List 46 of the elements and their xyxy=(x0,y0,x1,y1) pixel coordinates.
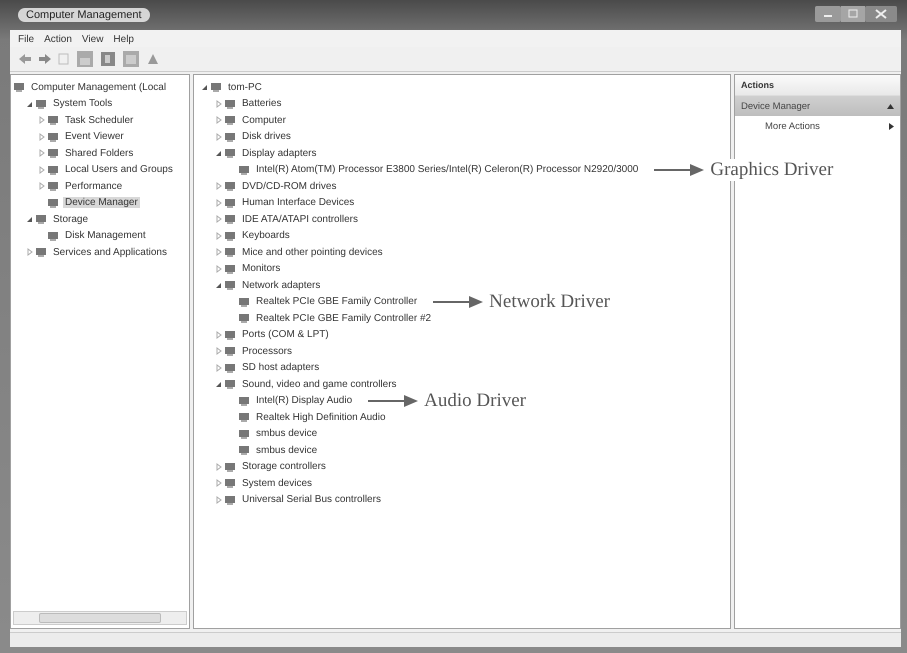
actions-section-header[interactable]: Device Manager xyxy=(735,96,900,116)
menu-item[interactable]: Help xyxy=(113,34,134,45)
tree-item[interactable]: Task Scheduler xyxy=(63,114,136,126)
device-item[interactable]: Realtek PCIe GBE Family Controller xyxy=(254,296,420,308)
tree-item[interactable]: Disk Management xyxy=(63,230,148,242)
device-item[interactable]: Computer xyxy=(240,114,288,126)
device-item[interactable]: Intel(R) Display Audio xyxy=(254,395,354,406)
actions-title: Actions xyxy=(735,75,900,96)
device-item[interactable]: Network adapters xyxy=(240,280,322,291)
device-item[interactable]: SD host adapters xyxy=(240,362,322,374)
device-item[interactable]: Disk drives xyxy=(240,131,293,142)
device-item[interactable]: Human Interface Devices xyxy=(240,197,356,208)
tree-item[interactable]: Performance xyxy=(63,180,124,192)
device-item[interactable]: DVD/CD-ROM drives xyxy=(240,180,338,192)
menu-item[interactable]: File xyxy=(18,34,34,45)
device-item[interactable]: Display adapters xyxy=(240,148,318,159)
computer-name[interactable]: tom-PC xyxy=(226,82,264,93)
tree-item[interactable]: Storage xyxy=(51,214,90,225)
window-title: Computer Management xyxy=(18,8,150,22)
tree-item[interactable]: System Tools xyxy=(51,98,114,110)
device-item[interactable]: Intel(R) Atom(TM) Processor E3800 Series/Intel(R) Celeron(R) Processor N2920/3000 xyxy=(254,164,640,176)
action-item[interactable]: More Actions xyxy=(735,116,900,136)
device-item[interactable]: Storage controllers xyxy=(240,461,328,472)
device-item[interactable]: Universal Serial Bus controllers xyxy=(240,494,383,506)
device-item[interactable]: smbus device xyxy=(254,444,320,456)
annotation-label: Graphics Driver xyxy=(710,158,834,181)
tree-item[interactable]: Event Viewer xyxy=(63,131,126,142)
device-item[interactable]: Sound, video and game controllers xyxy=(240,378,399,390)
device-item[interactable]: Ports (COM & LPT) xyxy=(240,329,331,340)
menu-item[interactable]: Action xyxy=(44,34,72,45)
device-item[interactable]: Monitors xyxy=(240,263,282,274)
tree-item[interactable]: Device Manager xyxy=(63,197,140,208)
device-item[interactable]: Batteries xyxy=(240,98,284,110)
device-item[interactable]: Realtek PCIe GBE Family Controller #2 xyxy=(254,312,434,324)
device-item[interactable]: IDE ATA/ATAPI controllers xyxy=(240,214,360,225)
device-item[interactable]: Keyboards xyxy=(240,230,292,242)
device-item[interactable]: Processors xyxy=(240,346,294,357)
tree-item[interactable]: Local Users and Groups xyxy=(63,164,175,176)
tree-item[interactable]: Shared Folders xyxy=(63,148,136,159)
menu-item[interactable]: View xyxy=(82,34,104,45)
device-item[interactable]: smbus device xyxy=(254,428,320,440)
device-item[interactable]: System devices xyxy=(240,478,314,489)
tree-item[interactable]: Computer Management (Local xyxy=(29,82,168,93)
device-item[interactable]: Mice and other pointing devices xyxy=(240,246,385,258)
device-item[interactable]: Realtek High Definition Audio xyxy=(254,412,388,423)
tree-item[interactable]: Services and Applications xyxy=(51,246,169,258)
